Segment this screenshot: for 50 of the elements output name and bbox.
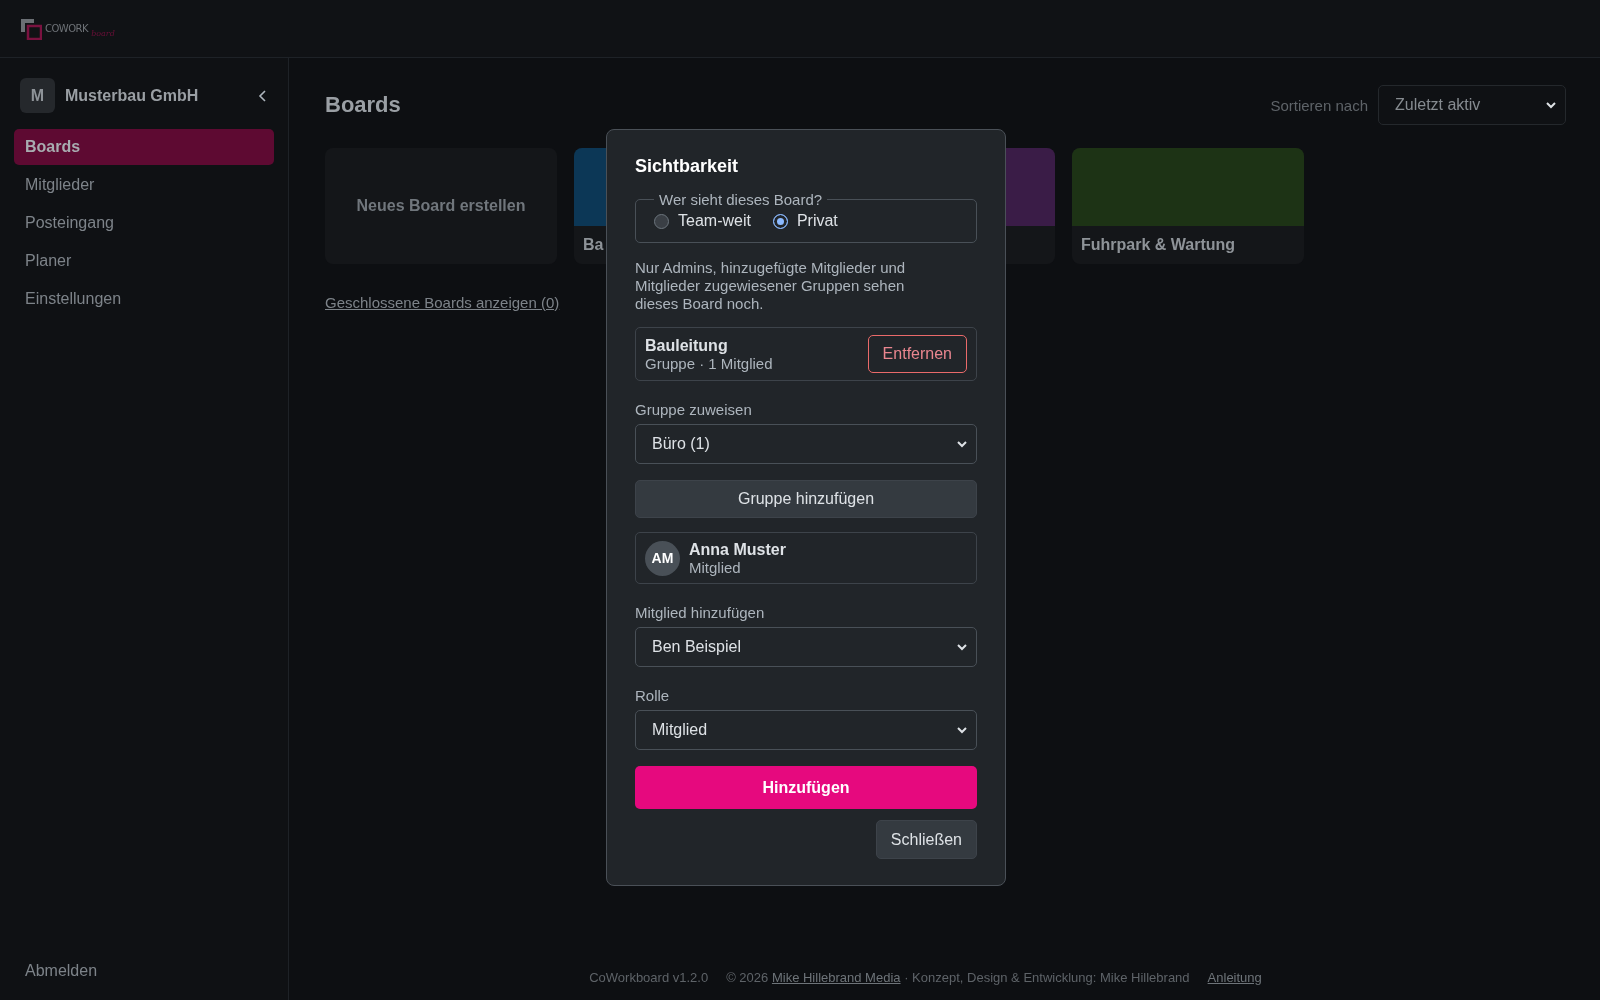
chevron-down-icon	[1545, 99, 1557, 111]
field-label: Rolle	[635, 687, 671, 704]
credit-text: © 2026 Mike Hillebrand Media · Konzept, Design & Entwicklung: Mike Hillebrand	[726, 969, 1190, 985]
closed-boards-link[interactable]: Geschlossene Boards anzeigen (0)	[325, 294, 560, 311]
group-meta: Gruppe · 1 Mitglied	[645, 354, 774, 372]
nav-item[interactable]: Mitglieder	[14, 167, 274, 203]
chevron-down-icon	[956, 641, 968, 653]
field-label: Mitglied hinzufügen	[635, 604, 766, 621]
page-title: Boards	[325, 92, 401, 118]
nav-item[interactable]: Posteingang	[14, 205, 274, 241]
logo-wordmark: COWORK	[45, 23, 89, 34]
author-link[interactable]: Mike Hillebrand Media	[771, 969, 901, 985]
member-role: Mitglied	[689, 558, 742, 576]
collapse-icon[interactable]	[258, 89, 268, 102]
dialog-title: Sichtbarkeit	[635, 156, 740, 177]
visibility-note: Nur Admins, hinzugefügte Mitglieder und Mitglieder zugewiesener Gruppen sehen dieses Board noch.	[635, 259, 907, 313]
sort-label: Sortieren nach	[1270, 96, 1368, 114]
nav-item[interactable]: Planer	[14, 243, 274, 279]
radio-button[interactable]	[654, 213, 669, 229]
add-button[interactable]: Hinzufügen	[635, 766, 977, 809]
sort-select[interactable]: Zuletzt aktiv	[1378, 85, 1566, 125]
help-link[interactable]: Anleitung	[1207, 969, 1262, 985]
fieldset-legend: Wer sieht dieses Board?	[654, 191, 828, 208]
group-select[interactable]: Büro (1)	[635, 424, 977, 464]
chevron-down-icon	[956, 724, 968, 736]
radio-button[interactable]	[772, 213, 788, 229]
remove-button[interactable]: Entfernen	[867, 335, 967, 373]
member-select[interactable]: Ben Beispiel	[635, 627, 977, 667]
org-avatar: M	[20, 78, 55, 113]
new-board-card[interactable]: Neues Board erstellen	[325, 148, 557, 264]
member-avatar: AM	[645, 540, 680, 576]
nav-item[interactable]: Einstellungen	[14, 281, 274, 317]
board-name: Fuhrpark & Wartung	[1080, 235, 1237, 255]
radio-label[interactable]: Team-weit	[678, 212, 751, 230]
field-label: Gruppe zuweisen	[635, 401, 753, 418]
close-button[interactable]: Schließen	[875, 820, 977, 859]
board-card[interactable]: Fuhrpark & Wartung	[1072, 148, 1304, 264]
org-name: Musterbau GmbH	[65, 86, 200, 105]
member-name: Anna Muster	[689, 540, 787, 559]
chevron-down-icon	[956, 438, 968, 450]
role-select[interactable]: Mitglied	[635, 710, 977, 750]
nav-item[interactable]: Boards	[14, 129, 274, 165]
logo-icon	[20, 17, 42, 40]
logout-link[interactable]: Abmelden	[14, 962, 274, 980]
board-name: Ba	[582, 235, 605, 255]
group-name: Bauleitung	[645, 336, 729, 355]
add-group-button[interactable]: Gruppe hinzufügen	[635, 480, 977, 518]
radio-label[interactable]: Privat	[796, 212, 838, 230]
logo-script: board	[91, 28, 115, 38]
version-text: CoWorkboard v1.2.0	[589, 969, 709, 985]
